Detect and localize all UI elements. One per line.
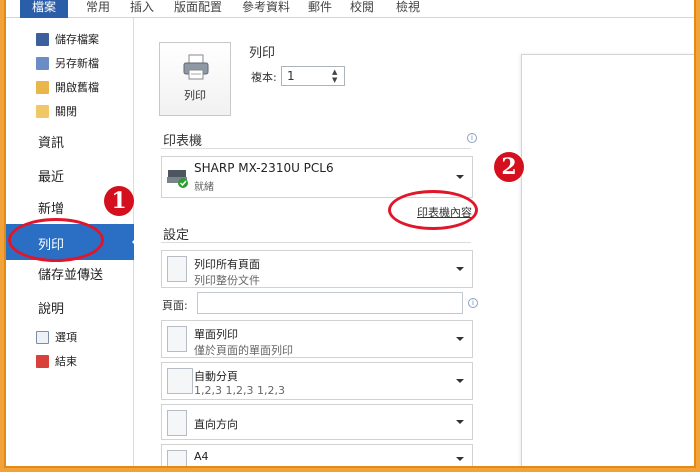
tab-review[interactable]: 校閱 [350,0,374,18]
nav-save-as-label: 另存新檔 [55,57,99,70]
copies-spin-icon[interactable]: ▲ ▼ [332,68,342,84]
printer-title: 印表機 [163,134,203,149]
print-button[interactable]: 列印 [159,42,231,116]
print-range-dropdown[interactable]: 列印所有頁面 列印整份文件 [161,250,473,288]
tab-view[interactable]: 檢視 [396,0,420,18]
chevron-down-icon [456,267,464,271]
chevron-down-icon [456,379,464,383]
nav-close[interactable]: 關閉 [36,102,77,120]
printer-name: SHARP MX-2310U PCL6 [194,161,334,175]
nav-save-as[interactable]: 另存新檔 [36,54,99,72]
tab-page-layout[interactable]: 版面配置 [174,0,222,18]
tab-mailings[interactable]: 郵件 [308,0,332,18]
portrait-icon [167,410,187,436]
option-title: 單面列印 [194,328,238,341]
nav-new[interactable]: 新增 [38,198,64,217]
annotation-ellipse-print [8,218,104,262]
nav-open-label: 開啟舊檔 [55,81,99,94]
option-subtitle: 僅於頁面的單面列印 [194,344,293,357]
nav-info[interactable]: 資訊 [38,132,64,151]
collate-icon [167,368,193,394]
print-button-label: 列印 [184,89,206,102]
nav-save-label: 儲存檔案 [55,33,99,46]
one-sided-icon [167,326,187,352]
exit-icon [36,354,49,368]
printer-status: 就緒 [194,182,214,193]
tab-file[interactable]: 檔案 [20,0,68,18]
option-title: 列印所有頁面 [194,258,260,271]
divider [161,148,471,149]
option-title: 自動分頁 [194,370,238,383]
pages-icon [167,256,187,282]
divider [161,242,471,243]
printer-ready-icon [167,170,188,188]
option-title: A4 [194,450,209,463]
ribbon-tabs: 檔案 常用 插入 版面配置 參考資料 郵件 校閱 檢視 [6,0,694,18]
save-icon [36,32,49,46]
nav-help[interactable]: 說明 [38,298,64,317]
nav-exit[interactable]: 結束 [36,352,77,370]
info-icon[interactable]: i [468,298,478,308]
info-icon[interactable]: i [467,133,477,143]
open-folder-icon [36,80,49,94]
print-title: 列印 [249,46,276,61]
nav-exit-label: 結束 [55,355,77,368]
option-subtitle: 列印整份文件 [194,274,260,287]
option-title: 直向方向 [194,418,238,431]
nav-options[interactable]: 選項 [36,328,77,346]
option-subtitle: 1,2,3 1,2,3 1,2,3 [194,384,285,397]
settings-title: 設定 [163,228,190,243]
nav-options-label: 選項 [55,331,77,344]
sides-dropdown[interactable]: 單面列印 僅於頁面的單面列印 [161,320,473,358]
tab-references[interactable]: 參考資料 [242,0,290,18]
nav-recent[interactable]: 最近 [38,166,64,185]
preview-page [521,54,694,466]
nav-save-send[interactable]: 儲存並傳送 [38,264,103,283]
nav-save[interactable]: 儲存檔案 [36,30,99,48]
paper-icon [167,450,187,466]
copies-label: 複本: [251,71,277,84]
orientation-dropdown[interactable]: 直向方向 [161,404,473,440]
print-settings-panel: 列印 列印 複本: 1 ▲ ▼ 印表機 i SHARP MX-2310U PCL6… [135,18,487,466]
window-frame: 檔案 常用 插入 版面配置 參考資料 郵件 校閱 檢視 儲存檔案 另存新檔 開啟… [4,0,696,468]
nav-open[interactable]: 開啟舊檔 [36,78,99,96]
chevron-down-icon [456,420,464,424]
nav-close-label: 關閉 [55,105,77,118]
tab-insert[interactable]: 插入 [130,0,154,18]
annotation-ellipse-properties [388,190,478,230]
chevron-down-icon [456,337,464,341]
annotation-badge-2: 2 [494,152,524,182]
options-icon [36,330,49,344]
copies-stepper[interactable]: 1 ▲ ▼ [281,66,345,86]
copies-value: 1 [287,69,295,83]
tab-home[interactable]: 常用 [86,0,110,18]
annotation-badge-1: 1 [104,186,134,216]
save-as-icon [36,56,49,70]
chevron-down-icon [456,175,464,179]
printer-icon [183,54,209,80]
chevron-down-icon [456,457,464,461]
close-folder-icon [36,104,49,118]
paper-size-dropdown[interactable]: A4 [161,444,473,466]
pages-input[interactable] [197,292,463,314]
pages-label: 頁面: [162,299,188,312]
collate-dropdown[interactable]: 自動分頁 1,2,3 1,2,3 1,2,3 [161,362,473,400]
